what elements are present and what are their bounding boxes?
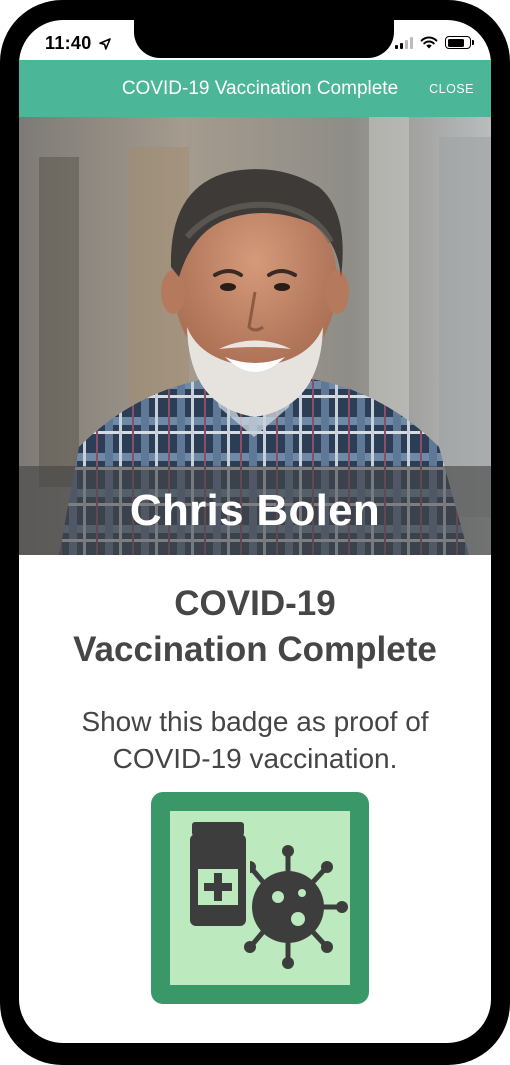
badge-title-line1: COVID-19 [174,584,336,623]
app-header: COVID-19 Vaccination Complete CLOSE [19,60,491,117]
profile-photo: Chris Bolen [19,117,491,555]
cellular-signal-icon [395,36,413,49]
close-button[interactable]: CLOSE [429,82,474,96]
battery-icon [445,36,474,49]
status-icons [395,36,474,49]
name-banner: Chris Bolen [19,466,491,555]
vaccine-vial-virus-icon [186,822,348,969]
header-title: COVID-19 Vaccination Complete [121,78,399,99]
phone-frame: 11:40 COVID-19 Vaccination Complete CLOS [0,0,510,1065]
app-screen: 11:40 COVID-19 Vaccination Complete CLOS [19,20,491,1043]
status-time: 11:40 [45,33,92,53]
vaccine-badge [151,792,369,1004]
wifi-icon [420,36,438,49]
phone-notch [134,20,394,58]
badge-title: COVID-19 Vaccination Complete [19,581,491,673]
badge-description: Show this badge as proof of COVID-19 vac… [81,706,429,774]
location-arrow-icon [99,38,111,50]
badge-inner-panel [170,811,350,985]
badge-title-line2: Vaccination Complete [73,630,437,669]
person-name: Chris Bolen [129,485,381,535]
